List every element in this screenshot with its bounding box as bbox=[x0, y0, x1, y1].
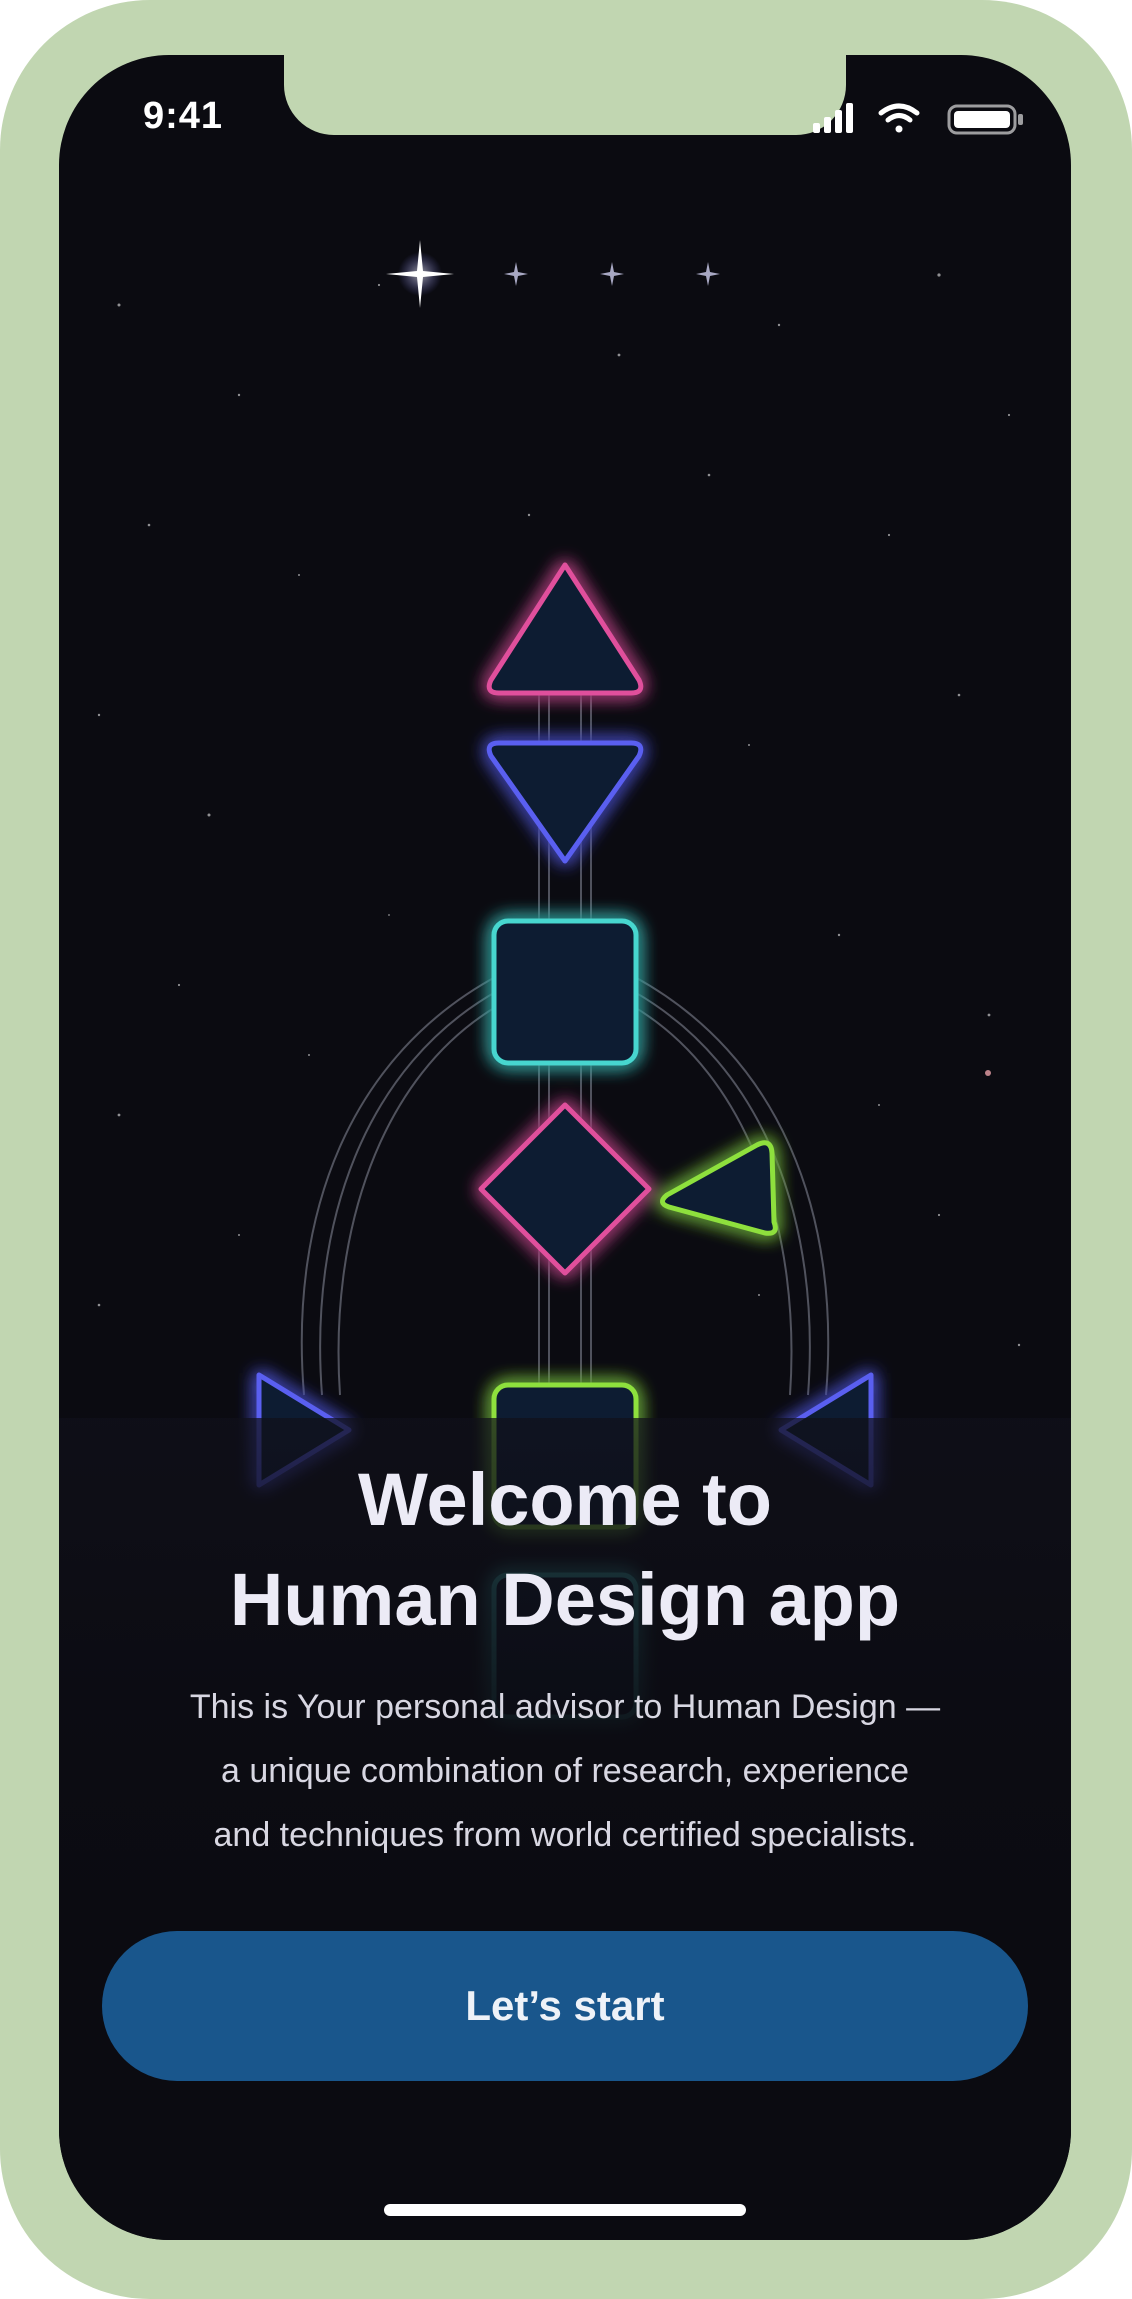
phone-frame: 9:41 Welcome to Human Design app This is… bbox=[0, 0, 1132, 2299]
description-line2: a unique combination of research, experi… bbox=[221, 1752, 909, 1790]
ajna-center bbox=[486, 740, 644, 864]
app-screen: 9:41 Welcome to Human Design app This is… bbox=[59, 55, 1071, 2240]
description-line3: and techniques from world certified spec… bbox=[213, 1816, 917, 1854]
welcome-description: This is Your personal advisor to Human D… bbox=[119, 1675, 1011, 1867]
wifi-icon bbox=[878, 103, 920, 133]
head-center bbox=[486, 562, 644, 696]
throat-center bbox=[491, 918, 639, 1066]
accent-star bbox=[985, 1070, 991, 1076]
battery-icon bbox=[947, 104, 1023, 135]
status-icons bbox=[813, 103, 1023, 135]
welcome-title-line1: Welcome to bbox=[358, 1458, 772, 1541]
home-indicator[interactable] bbox=[384, 2204, 746, 2216]
heart-center bbox=[660, 1140, 778, 1236]
description-line1: This is Your personal advisor to Human D… bbox=[189, 1688, 941, 1726]
lets-start-button[interactable]: Let’s start bbox=[102, 1931, 1028, 2081]
welcome-title: Welcome to Human Design app bbox=[59, 1450, 1071, 1650]
sparkle-stars bbox=[386, 240, 720, 308]
cellular-signal-icon bbox=[813, 103, 853, 133]
welcome-title-line2: Human Design app bbox=[229, 1558, 901, 1641]
status-time: 9:41 bbox=[143, 95, 224, 137]
notch bbox=[284, 55, 846, 135]
g-center bbox=[478, 1102, 652, 1276]
